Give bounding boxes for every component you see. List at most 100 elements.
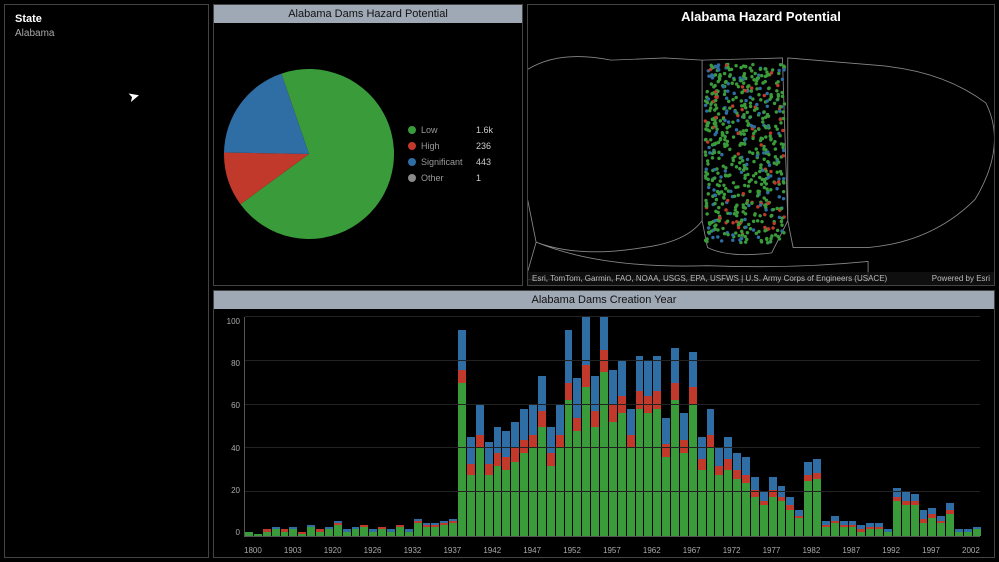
bar-1937[interactable]: [405, 317, 413, 536]
map-point[interactable]: [757, 76, 760, 79]
map-point[interactable]: [707, 183, 710, 186]
map-point[interactable]: [748, 150, 751, 153]
map-point[interactable]: [781, 129, 784, 132]
map-point[interactable]: [770, 214, 773, 217]
map-point[interactable]: [750, 202, 753, 205]
map-point[interactable]: [711, 76, 714, 79]
bar-1987[interactable]: [813, 317, 821, 536]
map-point[interactable]: [732, 159, 735, 162]
bar-1989[interactable]: [831, 317, 839, 536]
map-point[interactable]: [782, 110, 785, 113]
map-point[interactable]: [719, 179, 722, 182]
map-point[interactable]: [776, 170, 779, 173]
bar-1997[interactable]: [902, 317, 910, 536]
map-point[interactable]: [755, 87, 758, 90]
map-point[interactable]: [713, 151, 716, 154]
map-point[interactable]: [737, 226, 740, 229]
map-point[interactable]: [763, 186, 766, 189]
map-point[interactable]: [737, 234, 740, 237]
map-point[interactable]: [705, 205, 708, 208]
map-point[interactable]: [706, 101, 709, 104]
map-point[interactable]: [714, 124, 717, 127]
bar-1900[interactable]: [272, 317, 280, 536]
map-point[interactable]: [710, 82, 713, 85]
map-point[interactable]: [763, 125, 766, 128]
map-point[interactable]: [779, 105, 782, 108]
map-point[interactable]: [717, 157, 720, 160]
map-point[interactable]: [733, 110, 736, 113]
map-point[interactable]: [728, 148, 731, 151]
bar-1983[interactable]: [778, 317, 786, 536]
map-point[interactable]: [704, 119, 707, 122]
bar-chart[interactable]: 020406080100 180019031920192619321937194…: [214, 309, 994, 557]
map-point[interactable]: [709, 103, 712, 106]
map-point[interactable]: [740, 218, 743, 221]
bar-1982[interactable]: [769, 317, 777, 536]
map-point[interactable]: [775, 110, 778, 113]
map-point[interactable]: [766, 99, 769, 102]
map-point[interactable]: [735, 204, 738, 207]
map-point[interactable]: [707, 146, 710, 149]
map-point[interactable]: [755, 232, 758, 235]
map-point[interactable]: [749, 115, 752, 118]
map-point[interactable]: [746, 124, 749, 127]
map-point[interactable]: [716, 66, 719, 69]
map-point[interactable]: [726, 199, 729, 202]
map-point[interactable]: [758, 87, 761, 90]
map-point[interactable]: [782, 180, 785, 183]
map-point[interactable]: [731, 98, 734, 101]
map-point[interactable]: [757, 112, 760, 115]
map-point[interactable]: [777, 94, 780, 97]
map-point[interactable]: [750, 89, 753, 92]
map-point[interactable]: [727, 120, 730, 123]
map-point[interactable]: [778, 134, 781, 137]
map-point[interactable]: [722, 196, 725, 199]
map-point[interactable]: [712, 188, 715, 191]
map-point[interactable]: [730, 163, 733, 166]
bar-2000[interactable]: [928, 317, 936, 536]
map-point[interactable]: [752, 160, 755, 163]
map-point[interactable]: [726, 212, 729, 215]
map-point[interactable]: [780, 216, 783, 219]
map-point[interactable]: [756, 219, 759, 222]
map-point[interactable]: [760, 143, 763, 146]
bar-1944[interactable]: [440, 317, 448, 536]
map-point[interactable]: [761, 117, 764, 120]
map-point[interactable]: [764, 135, 767, 138]
map-point[interactable]: [744, 212, 747, 215]
map-point[interactable]: [769, 188, 772, 191]
bar-1962[interactable]: [591, 317, 599, 536]
map-point[interactable]: [713, 219, 716, 222]
map-point[interactable]: [704, 170, 707, 173]
map-point[interactable]: [741, 85, 744, 88]
bar-1974[interactable]: [698, 317, 706, 536]
map-point[interactable]: [781, 78, 784, 81]
map-point[interactable]: [740, 99, 743, 102]
map-point[interactable]: [754, 82, 757, 85]
map-point[interactable]: [739, 132, 742, 135]
map-point[interactable]: [740, 79, 743, 82]
map-point[interactable]: [738, 223, 741, 226]
map-point[interactable]: [734, 186, 737, 189]
map-point[interactable]: [754, 129, 757, 132]
map-point[interactable]: [734, 208, 737, 211]
map-point[interactable]: [762, 110, 765, 113]
map-point[interactable]: [777, 177, 780, 180]
map-point[interactable]: [718, 78, 721, 81]
bar-1977[interactable]: [724, 317, 732, 536]
map-point[interactable]: [743, 184, 746, 187]
bar-1972[interactable]: [680, 317, 688, 536]
map-point[interactable]: [760, 240, 763, 243]
bar-1890[interactable]: [254, 317, 262, 536]
bar-1973[interactable]: [689, 317, 697, 536]
map-point[interactable]: [714, 73, 717, 76]
map-point[interactable]: [706, 128, 709, 131]
map-point[interactable]: [767, 73, 770, 76]
map-point[interactable]: [731, 120, 734, 123]
map-point[interactable]: [757, 93, 760, 96]
map-point[interactable]: [750, 86, 753, 89]
map-point[interactable]: [753, 72, 756, 75]
bar-1971[interactable]: [671, 317, 679, 536]
map-point[interactable]: [714, 103, 717, 106]
map-point[interactable]: [705, 168, 708, 171]
